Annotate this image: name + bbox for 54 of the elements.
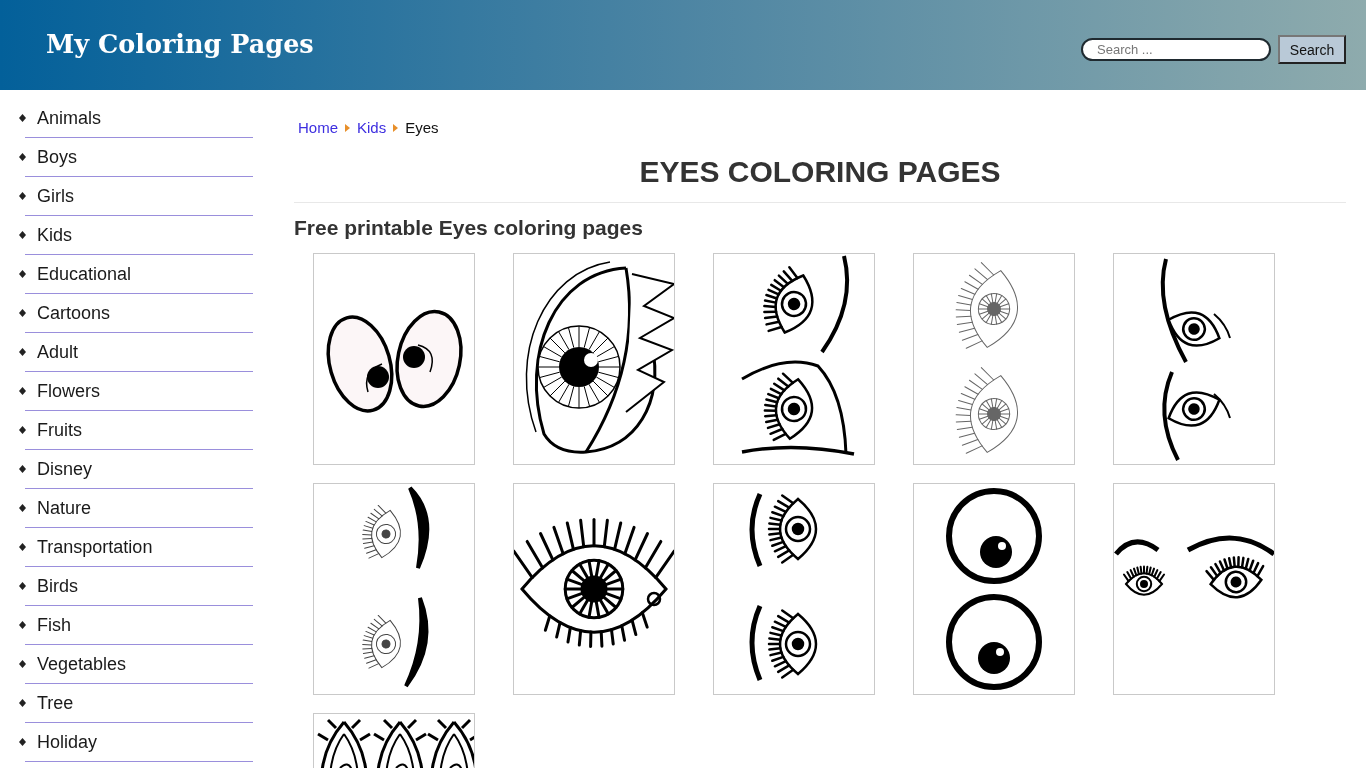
diamond-icon bbox=[19, 621, 26, 629]
category-link[interactable]: Fish bbox=[37, 614, 71, 636]
diamond-icon bbox=[19, 660, 26, 668]
category-link[interactable]: Birds bbox=[37, 575, 78, 597]
diamond-icon bbox=[19, 114, 26, 122]
diamond-icon bbox=[19, 465, 26, 473]
category-link[interactable]: Cartoons bbox=[37, 302, 111, 324]
diamond-icon bbox=[19, 738, 26, 746]
coloring-page-thumbnail[interactable] bbox=[1113, 483, 1275, 695]
diamond-icon bbox=[19, 231, 26, 239]
coloring-page-thumbnail[interactable] bbox=[513, 253, 675, 465]
caret-icon bbox=[345, 124, 350, 132]
diamond-icon bbox=[19, 309, 26, 317]
diamond-icon bbox=[19, 192, 26, 200]
diamond-icon bbox=[19, 543, 26, 551]
diamond-icon bbox=[19, 270, 26, 278]
category-link[interactable]: Holiday bbox=[37, 731, 98, 753]
category-link[interactable]: Educational bbox=[37, 263, 132, 285]
category-link[interactable]: Transportation bbox=[37, 536, 153, 558]
coloring-page-thumbnail[interactable] bbox=[1113, 253, 1275, 465]
breadcrumb-current: Eyes bbox=[405, 119, 439, 137]
coloring-page-thumbnail[interactable] bbox=[913, 483, 1075, 695]
coloring-page-thumbnail[interactable] bbox=[513, 483, 675, 695]
category-link[interactable]: Boys bbox=[37, 146, 78, 168]
category-link[interactable]: Disney bbox=[37, 458, 93, 480]
coloring-page-thumbnail[interactable] bbox=[713, 253, 875, 465]
section-heading: Free printable Eyes coloring pages bbox=[294, 215, 644, 241]
diamond-icon bbox=[19, 387, 26, 395]
breadcrumb-link[interactable]: Home bbox=[298, 119, 338, 137]
breadcrumb-link[interactable]: Kids bbox=[357, 119, 387, 137]
category-link[interactable]: Kids bbox=[37, 224, 72, 246]
category-link[interactable]: Adult bbox=[37, 341, 79, 363]
category-link[interactable]: Nature bbox=[37, 497, 92, 519]
category-link[interactable]: Tree bbox=[37, 692, 74, 714]
category-link[interactable]: Vegetables bbox=[37, 653, 127, 675]
category-link[interactable]: Animals bbox=[37, 107, 102, 129]
category-link[interactable]: Girls bbox=[37, 185, 74, 207]
coloring-page-thumbnail[interactable] bbox=[313, 483, 475, 695]
caret-icon bbox=[393, 124, 399, 132]
diamond-icon bbox=[19, 426, 26, 434]
category-link[interactable]: Flowers bbox=[37, 380, 100, 402]
page-title: EYES COLORING PAGES bbox=[294, 154, 1346, 203]
diamond-icon bbox=[19, 699, 26, 707]
category-link[interactable]: Fruits bbox=[37, 419, 82, 441]
coloring-page-thumbnail[interactable] bbox=[313, 253, 475, 465]
coloring-page-thumbnail[interactable] bbox=[713, 483, 875, 695]
diamond-icon bbox=[19, 348, 26, 356]
diamond-icon bbox=[19, 504, 26, 512]
site-title[interactable]: My Coloring Pages bbox=[46, 29, 314, 59]
search-button[interactable]: Search bbox=[1278, 35, 1346, 64]
diamond-icon bbox=[19, 153, 26, 161]
coloring-page-thumbnail[interactable] bbox=[913, 253, 1075, 465]
diamond-icon bbox=[19, 582, 26, 590]
search-field[interactable]: Search ... bbox=[1081, 38, 1271, 61]
